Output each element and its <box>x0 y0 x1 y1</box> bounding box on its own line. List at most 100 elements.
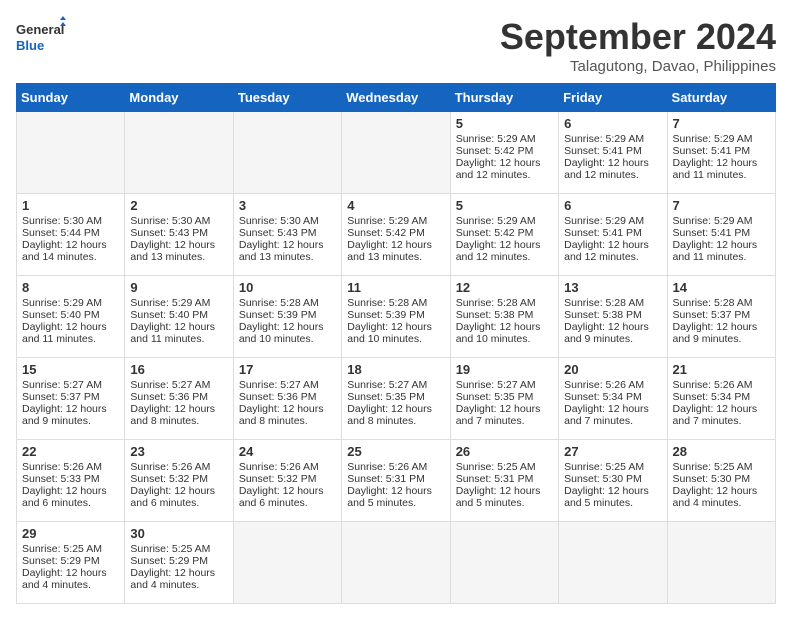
sunrise-label: Sunrise: 5:30 AM <box>239 215 319 227</box>
calendar-cell <box>342 522 450 604</box>
calendar-cell: 12 Sunrise: 5:28 AM Sunset: 5:38 PM Dayl… <box>450 276 558 358</box>
page-header: General Blue September 2024 Talagutong, … <box>16 16 776 75</box>
calendar-cell <box>233 112 341 194</box>
col-header-tuesday: Tuesday <box>233 84 341 112</box>
sunrise-label: Sunrise: 5:27 AM <box>456 379 536 391</box>
sunrise-label: Sunrise: 5:29 AM <box>673 133 753 145</box>
sunrise-label: Sunrise: 5:26 AM <box>22 461 102 473</box>
sunset-label: Sunset: 5:34 PM <box>564 391 642 403</box>
location: Talagutong, Davao, Philippines <box>500 58 776 75</box>
daylight-label: Daylight: 12 hours and 14 minutes. <box>22 239 107 263</box>
daylight-label: Daylight: 12 hours and 12 minutes. <box>564 239 649 263</box>
sunset-label: Sunset: 5:34 PM <box>673 391 751 403</box>
daylight-label: Daylight: 12 hours and 11 minutes. <box>22 321 107 345</box>
week-row-5: 22 Sunrise: 5:26 AM Sunset: 5:33 PM Dayl… <box>17 440 776 522</box>
daylight-label: Daylight: 12 hours and 9 minutes. <box>564 321 649 345</box>
daylight-label: Daylight: 12 hours and 6 minutes. <box>22 485 107 509</box>
daylight-label: Daylight: 12 hours and 13 minutes. <box>239 239 324 263</box>
calendar-cell: 1 Sunrise: 5:30 AM Sunset: 5:44 PM Dayli… <box>17 194 125 276</box>
day-number: 14 <box>673 280 770 295</box>
sunrise-label: Sunrise: 5:29 AM <box>22 297 102 309</box>
day-number: 3 <box>239 198 336 213</box>
day-number: 10 <box>239 280 336 295</box>
sunrise-label: Sunrise: 5:27 AM <box>239 379 319 391</box>
calendar-cell: 7 Sunrise: 5:29 AM Sunset: 5:41 PM Dayli… <box>667 194 775 276</box>
sunset-label: Sunset: 5:42 PM <box>456 227 534 239</box>
calendar-cell: 25 Sunrise: 5:26 AM Sunset: 5:31 PM Dayl… <box>342 440 450 522</box>
week-row-2: 1 Sunrise: 5:30 AM Sunset: 5:44 PM Dayli… <box>17 194 776 276</box>
day-number: 12 <box>456 280 553 295</box>
sunrise-label: Sunrise: 5:27 AM <box>130 379 210 391</box>
calendar-cell: 15 Sunrise: 5:27 AM Sunset: 5:37 PM Dayl… <box>17 358 125 440</box>
logo: General Blue <box>16 16 66 60</box>
svg-text:Blue: Blue <box>16 38 44 53</box>
sunrise-label: Sunrise: 5:30 AM <box>22 215 102 227</box>
week-row-3: 8 Sunrise: 5:29 AM Sunset: 5:40 PM Dayli… <box>17 276 776 358</box>
sunset-label: Sunset: 5:39 PM <box>239 309 317 321</box>
daylight-label: Daylight: 12 hours and 11 minutes. <box>673 239 758 263</box>
calendar-cell: 8 Sunrise: 5:29 AM Sunset: 5:40 PM Dayli… <box>17 276 125 358</box>
sunset-label: Sunset: 5:38 PM <box>456 309 534 321</box>
sunset-label: Sunset: 5:30 PM <box>673 473 751 485</box>
sunset-label: Sunset: 5:40 PM <box>130 309 208 321</box>
calendar-cell <box>233 522 341 604</box>
sunrise-label: Sunrise: 5:29 AM <box>347 215 427 227</box>
daylight-label: Daylight: 12 hours and 12 minutes. <box>456 157 541 181</box>
logo-svg: General Blue <box>16 16 66 60</box>
calendar-cell: 27 Sunrise: 5:25 AM Sunset: 5:30 PM Dayl… <box>559 440 667 522</box>
svg-text:General: General <box>16 22 64 37</box>
sunrise-label: Sunrise: 5:26 AM <box>347 461 427 473</box>
daylight-label: Daylight: 12 hours and 10 minutes. <box>347 321 432 345</box>
sunrise-label: Sunrise: 5:29 AM <box>456 133 536 145</box>
sunrise-label: Sunrise: 5:28 AM <box>239 297 319 309</box>
calendar-cell <box>125 112 233 194</box>
daylight-label: Daylight: 12 hours and 7 minutes. <box>564 403 649 427</box>
sunset-label: Sunset: 5:32 PM <box>130 473 208 485</box>
sunrise-label: Sunrise: 5:26 AM <box>564 379 644 391</box>
daylight-label: Daylight: 12 hours and 7 minutes. <box>456 403 541 427</box>
day-number: 1 <box>22 198 119 213</box>
daylight-label: Daylight: 12 hours and 5 minutes. <box>347 485 432 509</box>
daylight-label: Daylight: 12 hours and 4 minutes. <box>130 567 215 591</box>
sunset-label: Sunset: 5:41 PM <box>564 227 642 239</box>
daylight-label: Daylight: 12 hours and 8 minutes. <box>347 403 432 427</box>
week-row-6: 29 Sunrise: 5:25 AM Sunset: 5:29 PM Dayl… <box>17 522 776 604</box>
calendar-cell: 13 Sunrise: 5:28 AM Sunset: 5:38 PM Dayl… <box>559 276 667 358</box>
calendar-cell: 3 Sunrise: 5:30 AM Sunset: 5:43 PM Dayli… <box>233 194 341 276</box>
day-number: 30 <box>130 526 227 541</box>
sunset-label: Sunset: 5:42 PM <box>347 227 425 239</box>
day-number: 5 <box>456 116 553 131</box>
calendar-cell: 14 Sunrise: 5:28 AM Sunset: 5:37 PM Dayl… <box>667 276 775 358</box>
sunrise-label: Sunrise: 5:28 AM <box>673 297 753 309</box>
day-number: 7 <box>673 198 770 213</box>
sunrise-label: Sunrise: 5:30 AM <box>130 215 210 227</box>
sunset-label: Sunset: 5:41 PM <box>564 145 642 157</box>
sunrise-label: Sunrise: 5:25 AM <box>456 461 536 473</box>
daylight-label: Daylight: 12 hours and 7 minutes. <box>673 403 758 427</box>
calendar-cell: 5 Sunrise: 5:29 AM Sunset: 5:42 PM Dayli… <box>450 194 558 276</box>
calendar-cell: 6 Sunrise: 5:29 AM Sunset: 5:41 PM Dayli… <box>559 194 667 276</box>
calendar-cell: 6 Sunrise: 5:29 AM Sunset: 5:41 PM Dayli… <box>559 112 667 194</box>
daylight-label: Daylight: 12 hours and 6 minutes. <box>239 485 324 509</box>
day-number: 2 <box>130 198 227 213</box>
sunset-label: Sunset: 5:35 PM <box>456 391 534 403</box>
sunset-label: Sunset: 5:36 PM <box>130 391 208 403</box>
calendar-cell: 19 Sunrise: 5:27 AM Sunset: 5:35 PM Dayl… <box>450 358 558 440</box>
sunrise-label: Sunrise: 5:27 AM <box>22 379 102 391</box>
daylight-label: Daylight: 12 hours and 4 minutes. <box>22 567 107 591</box>
day-number: 6 <box>564 198 661 213</box>
day-number: 20 <box>564 362 661 377</box>
calendar-cell: 11 Sunrise: 5:28 AM Sunset: 5:39 PM Dayl… <box>342 276 450 358</box>
sunset-label: Sunset: 5:44 PM <box>22 227 100 239</box>
daylight-label: Daylight: 12 hours and 6 minutes. <box>130 485 215 509</box>
calendar-cell: 21 Sunrise: 5:26 AM Sunset: 5:34 PM Dayl… <box>667 358 775 440</box>
week-row-1: 5 Sunrise: 5:29 AM Sunset: 5:42 PM Dayli… <box>17 112 776 194</box>
sunrise-label: Sunrise: 5:28 AM <box>347 297 427 309</box>
sunrise-label: Sunrise: 5:26 AM <box>239 461 319 473</box>
daylight-label: Daylight: 12 hours and 11 minutes. <box>673 157 758 181</box>
calendar-cell <box>17 112 125 194</box>
col-header-saturday: Saturday <box>667 84 775 112</box>
calendar-cell <box>450 522 558 604</box>
day-number: 29 <box>22 526 119 541</box>
sunset-label: Sunset: 5:41 PM <box>673 227 751 239</box>
